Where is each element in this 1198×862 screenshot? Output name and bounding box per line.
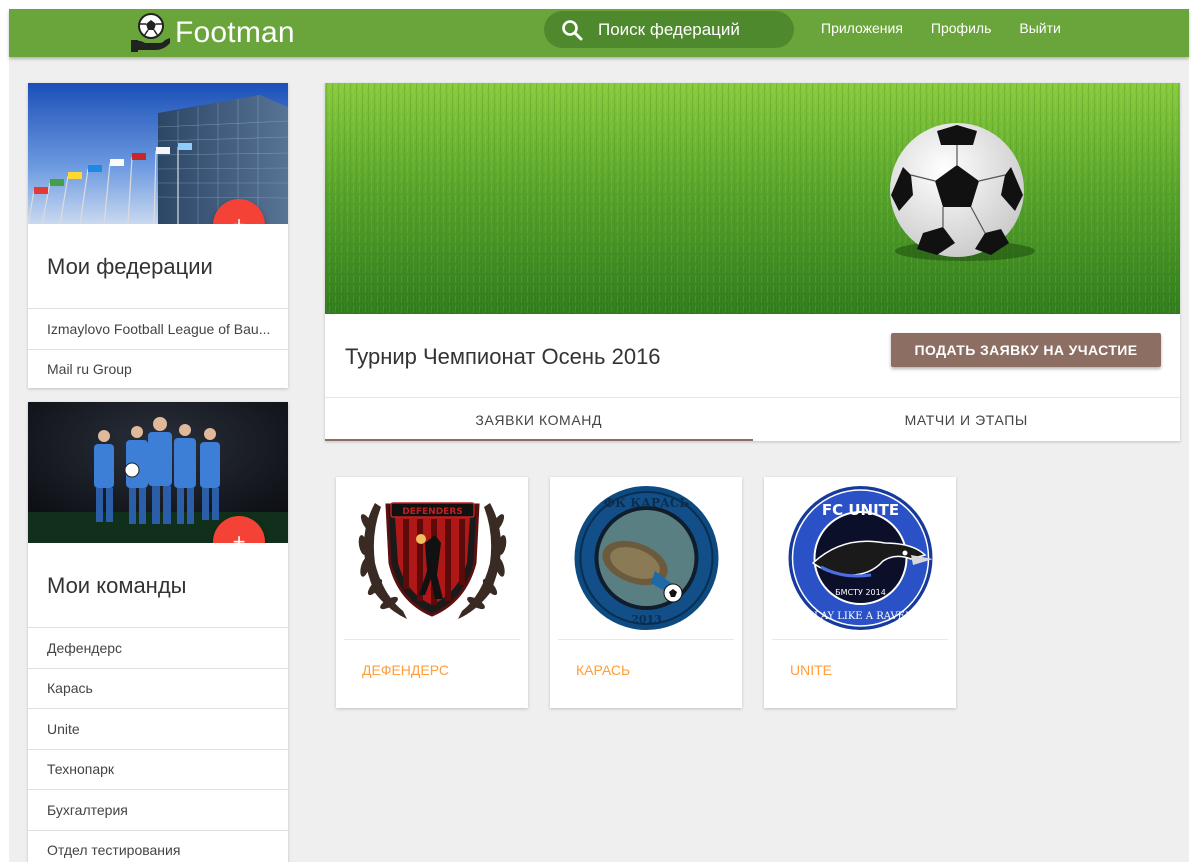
team-tile-defenders[interactable]: DEFENDERS ДЕФЕНДЕРС — [336, 477, 528, 708]
nav-logout-link[interactable]: Выйти — [1019, 20, 1060, 36]
team-tile-name: UNITE — [790, 662, 832, 678]
ball-in-hand-icon — [131, 13, 170, 52]
team-name: Бухгалтерия — [47, 801, 128, 818]
team-name: Технопарк — [47, 761, 115, 778]
unite-logo-bottom-text: PLAY LIKE A RAVEN — [807, 611, 914, 622]
teams-title: Мои команды — [47, 573, 187, 598]
team-tile-name: ДЕФЕНДЕРС — [362, 662, 450, 678]
defenders-logo-text: DEFENDERS — [402, 507, 462, 517]
teams-cover-image: + — [28, 402, 288, 543]
team-list-item[interactable]: Unite — [28, 708, 288, 749]
federation-name: Mail ru Group — [47, 361, 132, 378]
unite-logo-mid-text: БМСТУ 2014 — [835, 588, 886, 597]
federation-list-item[interactable]: Mail ru Group — [28, 348, 288, 390]
window-left-border — [0, 0, 9, 862]
karas-logo-top-text: ФК КАРАСЬ — [603, 496, 689, 510]
my-federations-card: + Мои федерации Izmaylovo Football Leagu… — [28, 83, 288, 388]
team-tile-karas[interactable]: ФК КАРАСЬ 2013 КАРАСЬ — [550, 477, 742, 708]
federation-list-item[interactable]: Izmaylovo Football League of Bau... — [28, 308, 288, 349]
tournament-title: Турнир Чемпионат Осень 2016 — [345, 344, 661, 369]
app-logo[interactable]: Footman — [129, 9, 295, 57]
karas-crest-icon: ФК КАРАСЬ 2013 — [574, 486, 718, 630]
team-logo-karas: ФК КАРАСЬ 2013 — [558, 477, 734, 640]
nav-apps-link[interactable]: Приложения — [821, 20, 903, 36]
tab-team-applications[interactable]: ЗАЯВКИ КОМАНД — [325, 398, 753, 441]
search-box[interactable] — [544, 11, 794, 48]
search-icon — [562, 19, 583, 40]
tab-matches-stages[interactable]: МАТЧИ И ЭТАПЫ — [753, 398, 1181, 441]
team-logo-unite: FC UNITE БМСТУ 2014 PLAY LIKE A RAVEN — [772, 477, 948, 640]
app-name: Footman — [175, 16, 295, 49]
defenders-crest-icon: DEFENDERS — [358, 502, 506, 619]
window-top-border — [0, 0, 1198, 9]
team-logo-defenders: DEFENDERS — [344, 477, 520, 640]
unite-logo-top-text: FC UNITE — [821, 501, 898, 519]
tournament-hero-image — [325, 83, 1180, 314]
apply-participation-button[interactable]: ПОДАТЬ ЗАЯВКУ НА УЧАСТИЕ — [891, 333, 1161, 367]
team-list-item[interactable]: Дефендерс — [28, 627, 288, 668]
soccer-ball-on-grass-image — [325, 83, 1180, 314]
tournament-tabs: ЗАЯВКИ КОМАНД МАТЧИ И ЭТАПЫ — [325, 397, 1180, 441]
federations-cover-image: + — [28, 83, 288, 224]
window-right-border — [1189, 0, 1198, 862]
search-input[interactable] — [598, 19, 778, 40]
team-tile-unite[interactable]: FC UNITE БМСТУ 2014 PLAY LIKE A RAVEN UN… — [764, 477, 956, 708]
team-list-item[interactable]: Карась — [28, 667, 288, 709]
federation-name: Izmaylovo Football League of Bau... — [47, 320, 271, 337]
nav-profile-link[interactable]: Профиль — [931, 20, 991, 36]
team-list-item[interactable]: Отдел тестирования — [28, 829, 288, 862]
top-app-bar: Footman Приложения Профиль Выйти — [9, 9, 1189, 57]
tournament-header-row: Турнир Чемпионат Осень 2016 ПОДАТЬ ЗАЯВК… — [325, 314, 1180, 397]
team-list-item[interactable]: Технопарк — [28, 748, 288, 790]
karas-logo-year-text: 2013 — [631, 613, 662, 626]
team-name: Дефендерс — [47, 639, 123, 656]
federations-title: Мои федерации — [47, 254, 213, 279]
team-name: Unite — [47, 720, 80, 737]
tournament-card: Турнир Чемпионат Осень 2016 ПОДАТЬ ЗАЯВК… — [325, 83, 1180, 441]
team-name: Карась — [47, 680, 93, 697]
team-name: Отдел тестирования — [47, 842, 181, 859]
team-tile-name: КАРАСЬ — [576, 662, 631, 678]
unite-crest-icon: FC UNITE БМСТУ 2014 PLAY LIKE A RAVEN — [788, 486, 933, 630]
team-list-item[interactable]: Бухгалтерия — [28, 789, 288, 830]
top-nav: Приложения Профиль Выйти — [821, 9, 1089, 46]
my-teams-card: + Мои команды Дефендерс Карась Unite Тех… — [28, 402, 288, 862]
